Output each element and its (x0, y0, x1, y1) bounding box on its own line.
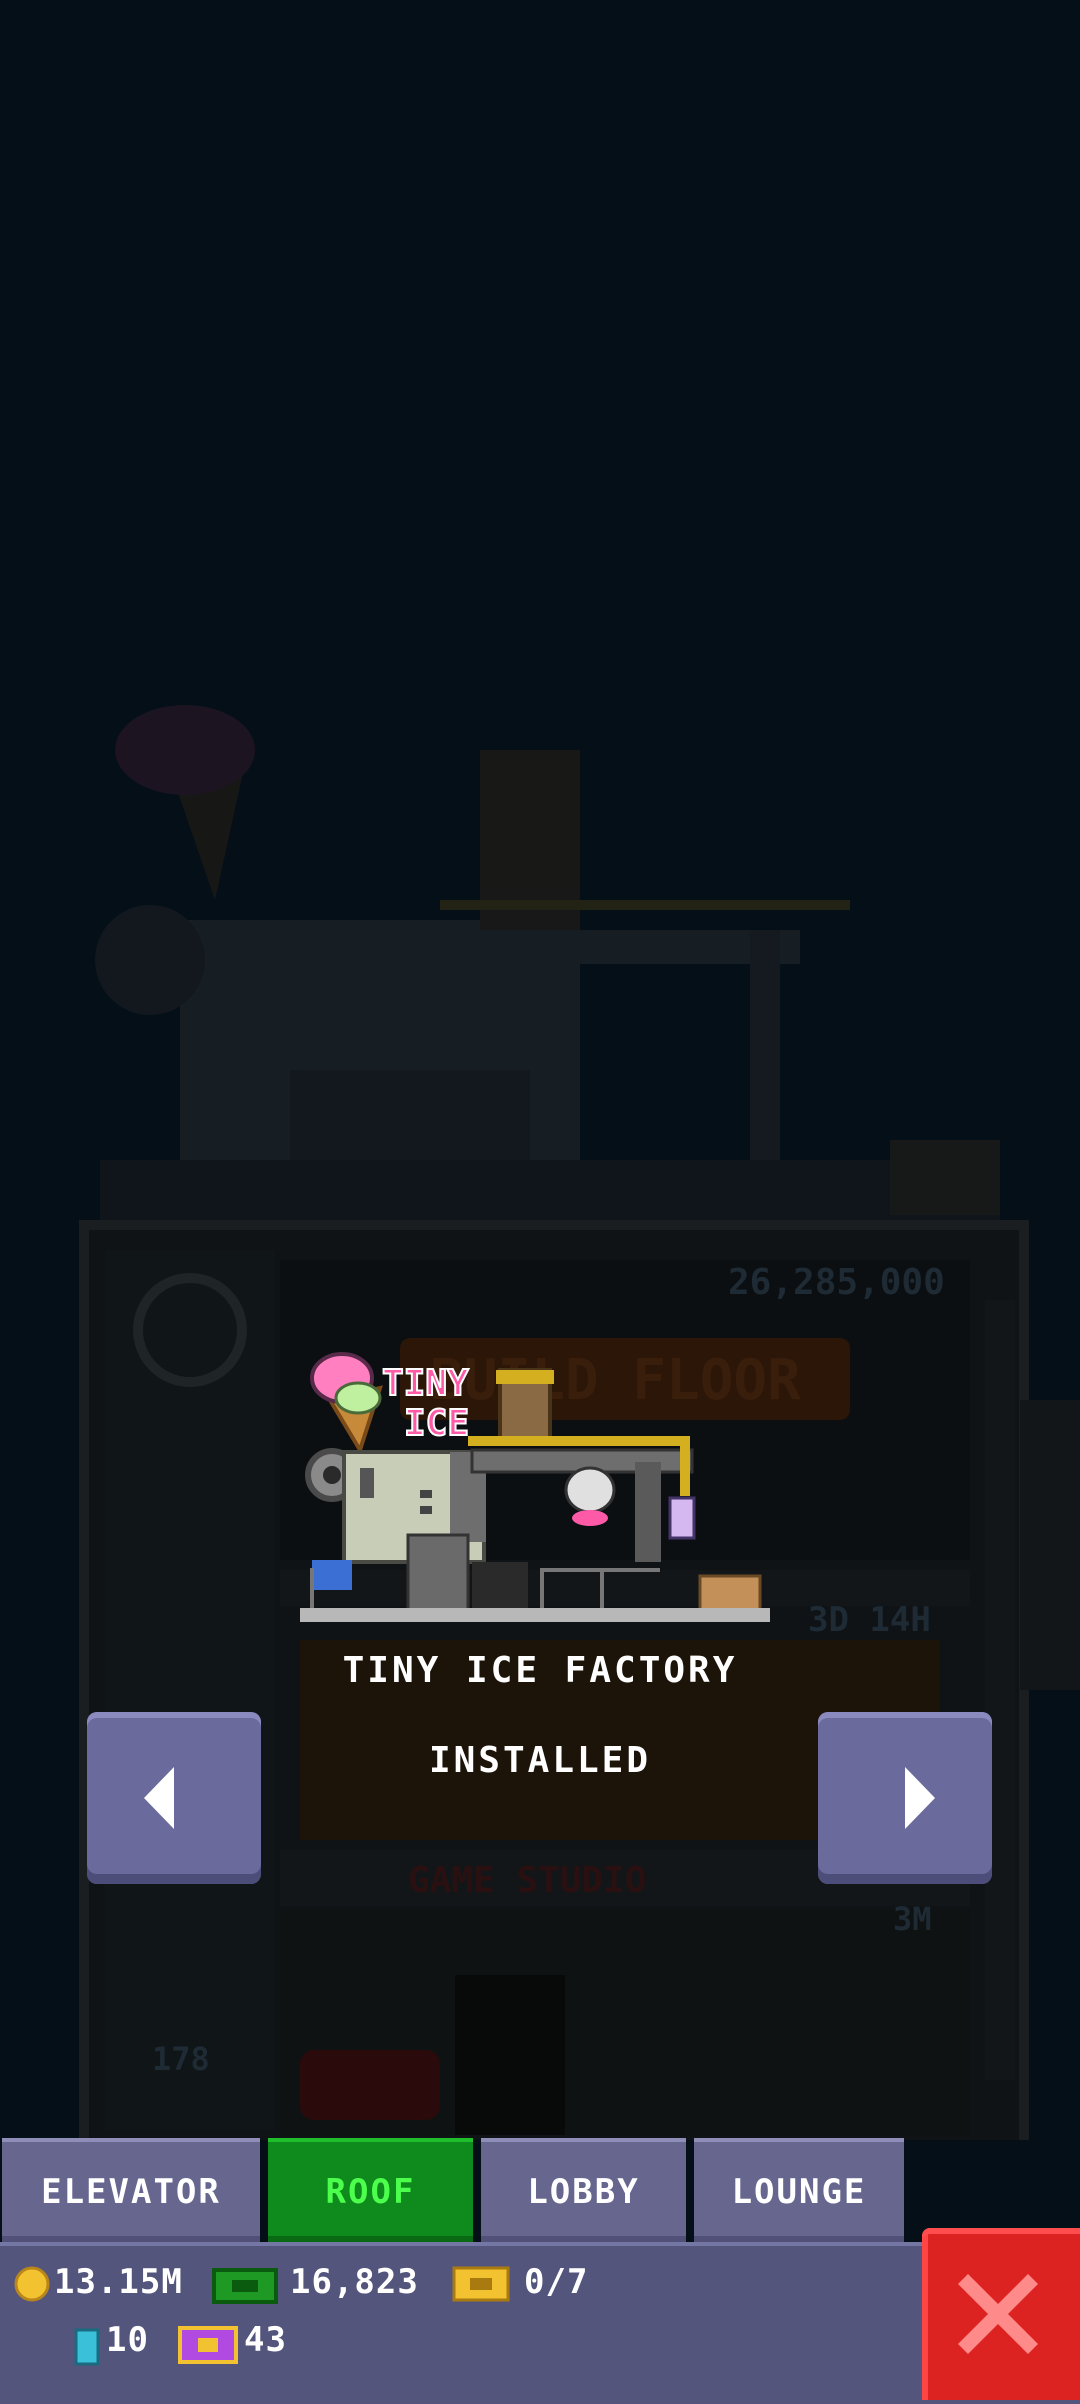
tower-price-label: 26,285,000 (728, 1262, 945, 1303)
resource-bar: 13.15M 16,823 0/7 10 43 (0, 2242, 1080, 2404)
coins-value: 13.15M (54, 2262, 183, 2302)
left-arrow-icon (144, 1767, 174, 1829)
golden-ticket-icon (178, 2326, 238, 2364)
vip-ticket-icon (452, 2266, 510, 2302)
sign-ice-text: ICE (404, 1403, 469, 1444)
tab-roof[interactable]: ROOF (268, 2138, 473, 2242)
previous-roof-button[interactable] (87, 1712, 261, 1884)
tab-elevator[interactable]: ELEVATOR (2, 2138, 260, 2242)
floor-price-label: 3M (893, 1900, 932, 1938)
coin-icon (14, 2266, 50, 2302)
tab-lobby[interactable]: LOBBY (481, 2138, 686, 2242)
sign-tiny-text: TINY (382, 1363, 469, 1404)
floor-number-label: 178 (152, 2040, 210, 2078)
floor-name-label: GAME STUDIO (408, 1860, 647, 1901)
roof-preview: TINY ICE (300, 1340, 780, 1630)
tab-lounge[interactable]: LOUNGE (694, 2138, 904, 2242)
right-arrow-icon (905, 1767, 935, 1829)
timer-label: 3D 14H (808, 1600, 931, 1640)
category-tabs: ELEVATOR ROOF LOBBY LOUNGE (0, 2138, 920, 2242)
bux-value: 16,823 (290, 2262, 419, 2302)
keys-value: 10 (106, 2320, 149, 2360)
close-icon (958, 2274, 1038, 2354)
roof-name-title: TINY ICE FACTORY (342, 1650, 738, 1691)
bux-icon (212, 2268, 278, 2304)
next-roof-button[interactable] (818, 1712, 992, 1884)
golden-tickets-value: 43 (244, 2320, 287, 2360)
vip-tickets-value: 0/7 (524, 2262, 589, 2302)
tiny-ice-factory-image: TINY ICE (300, 1352, 770, 1622)
close-button[interactable] (922, 2228, 1080, 2400)
key-icon (74, 2328, 100, 2366)
